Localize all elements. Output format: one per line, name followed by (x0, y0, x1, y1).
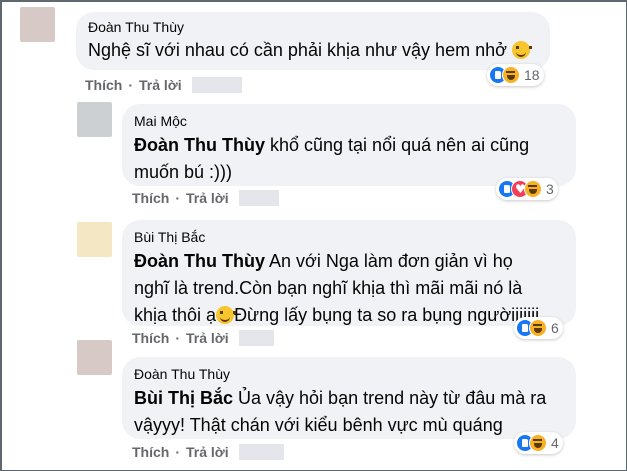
reaction-count: 4 (551, 435, 559, 451)
reply-button[interactable]: Trả lời (186, 330, 229, 346)
reaction-summary[interactable]: 3 (496, 178, 558, 200)
mention-link[interactable]: Đoàn Thu Thùy (134, 135, 265, 155)
mention-link[interactable]: Đoàn Thu Thùy (134, 251, 265, 271)
comment-text-line: nghĩ là trend.Còn bạn nghĩ khịa thì mãi … (134, 278, 523, 298)
separator-dot: · (175, 444, 181, 460)
comment-author[interactable]: Mai Mộc (134, 112, 564, 130)
comment-bubble: Đoàn Thu Thùy Bùi Thị Bắc Ủa vậy hỏi bạn… (122, 357, 576, 439)
comment-text-body: Nghệ sĩ với nhau có cần phải khịa như vậ… (88, 40, 507, 60)
comment-actions: Thích · Trả lời (132, 190, 279, 206)
comment-text: Đoàn Thu Thùy An với Nga làm đơn giản vì… (134, 248, 564, 329)
reply-button[interactable]: Trả lời (139, 77, 182, 93)
comment-bubble: Bùi Thị Bắc Đoàn Thu Thùy An với Nga làm… (122, 220, 576, 326)
avatar[interactable] (77, 222, 112, 257)
comment-text-line: muốn bú :))) (134, 162, 233, 182)
comment-text: Nghệ sĩ với nhau có cần phải khịa như vậ… (88, 38, 538, 62)
comment-actions: Thích · Trả lời (85, 77, 242, 93)
separator-dot: · (175, 190, 181, 206)
reaction-count: 6 (551, 320, 559, 336)
reply-button[interactable]: Trả lời (186, 190, 229, 206)
like-button[interactable]: Thích (132, 330, 169, 346)
haha-reaction-icon (502, 66, 520, 84)
timestamp-redacted[interactable] (238, 190, 279, 206)
comment-text-line: vậyyy! Thật chán với kiểu bênh vực mù qu… (134, 415, 503, 435)
comment-text-line: khổ cũng tại nổi quá nên ai cũng (264, 135, 530, 155)
smile-emoji-icon (511, 41, 532, 59)
like-button[interactable]: Thích (132, 444, 169, 460)
avatar[interactable] (20, 7, 55, 42)
comment-bubble: Đoàn Thu Thùy Nghệ sĩ với nhau có cần ph… (76, 12, 550, 70)
haha-reaction-icon (529, 319, 547, 337)
reaction-count: 18 (524, 67, 540, 83)
comment-bubble: Mai Mộc Đoàn Thu Thùy khổ cũng tại nổi q… (122, 104, 576, 186)
like-button[interactable]: Thích (85, 77, 122, 93)
haha-reaction-icon (529, 434, 547, 452)
reaction-summary[interactable]: 18 (487, 64, 544, 86)
avatar[interactable] (77, 102, 112, 137)
reaction-count: 3 (546, 181, 554, 197)
comment-text-line: Đừng lấy bụng ta so ra bụng ngườiiiiiii (234, 305, 540, 325)
comment-actions: Thích · Trả lời (132, 330, 274, 346)
separator-dot: · (128, 77, 134, 93)
comment-author[interactable]: Đoàn Thu Thùy (134, 365, 564, 383)
comment-text: Đoàn Thu Thùy khổ cũng tại nổi quá nên a… (134, 132, 564, 186)
comment-text-line: Ủa vậy hỏi bạn trend này từ đâu mà ra (233, 388, 547, 408)
comment-text-line: An với Nga làm đơn giản vì họ (264, 251, 513, 271)
reaction-summary[interactable]: 6 (514, 317, 563, 339)
timestamp-redacted[interactable] (191, 77, 242, 93)
comment-text: Bùi Thị Bắc Ủa vậy hỏi bạn trend này từ … (134, 385, 564, 439)
timestamp-redacted[interactable] (238, 330, 274, 346)
like-button[interactable]: Thích (132, 190, 169, 206)
comment-text-line: khịa thôi ạ (134, 305, 217, 325)
smile-emoji-icon (216, 306, 237, 324)
reaction-summary[interactable]: 4 (514, 432, 563, 454)
comment-author[interactable]: Đoàn Thu Thùy (88, 18, 538, 36)
mention-link[interactable]: Bùi Thị Bắc (134, 388, 233, 408)
avatar[interactable] (77, 340, 112, 375)
separator-dot: · (175, 330, 181, 346)
reply-button[interactable]: Trả lời (186, 444, 229, 460)
comment-actions: Thích · Trả lời (132, 444, 284, 460)
haha-reaction-icon (524, 180, 542, 198)
comment-author[interactable]: Bùi Thị Bắc (134, 228, 564, 246)
timestamp-redacted[interactable] (238, 444, 284, 460)
